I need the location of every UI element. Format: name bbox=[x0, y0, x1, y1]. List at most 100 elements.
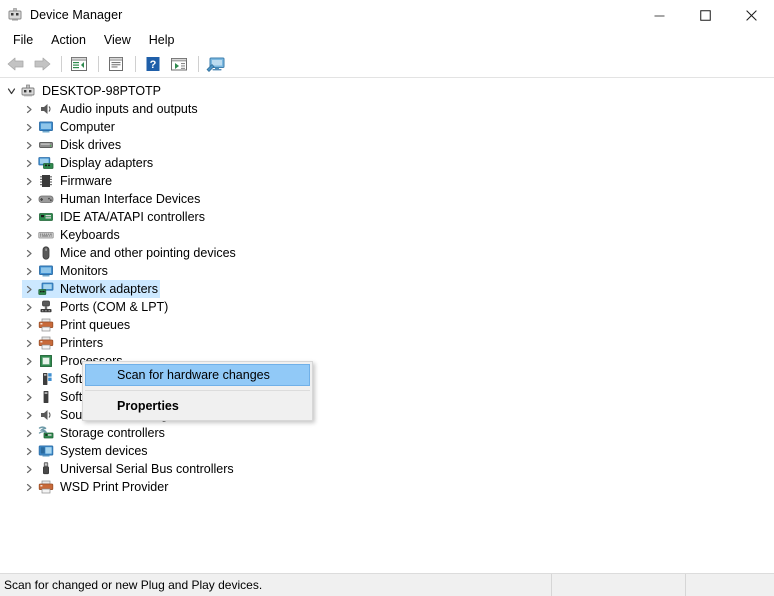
status-cell-3 bbox=[686, 574, 774, 596]
printer-icon bbox=[38, 479, 54, 495]
speaker-icon bbox=[38, 407, 54, 423]
chevron-right-icon[interactable] bbox=[22, 352, 36, 370]
chevron-right-icon[interactable] bbox=[22, 136, 36, 154]
tree-item-label: IDE ATA/ATAPI controllers bbox=[60, 210, 205, 224]
toolbar: ? bbox=[0, 51, 774, 78]
tree-row-disk-drives[interactable]: Disk drives bbox=[0, 136, 774, 154]
tree-row-computer[interactable]: Computer bbox=[0, 118, 774, 136]
tree-row-monitors[interactable]: Monitors bbox=[0, 262, 774, 280]
update-driver-icon[interactable] bbox=[167, 53, 191, 75]
tree-item-label: Storage controllers bbox=[60, 426, 165, 440]
properties-icon[interactable] bbox=[104, 53, 128, 75]
tree-row-human-interface-devices[interactable]: Human Interface Devices bbox=[0, 190, 774, 208]
tree-row-keyboards[interactable]: Keyboards bbox=[0, 226, 774, 244]
chevron-right-icon[interactable] bbox=[22, 316, 36, 334]
tree-row-display-adapters[interactable]: Display adapters bbox=[0, 154, 774, 172]
tree-row-universal-serial-bus-controllers[interactable]: Universal Serial Bus controllers bbox=[0, 460, 774, 478]
tree-row-ide-ata-atapi-controllers[interactable]: IDE ATA/ATAPI controllers bbox=[0, 208, 774, 226]
chevron-right-icon[interactable] bbox=[22, 154, 36, 172]
speaker-icon bbox=[38, 101, 54, 117]
tree-item-label: Human Interface Devices bbox=[60, 192, 201, 206]
tree-row-firmware[interactable]: Firmware bbox=[0, 172, 774, 190]
tree-row-network-adapters[interactable]: Network adapters bbox=[0, 280, 774, 298]
scan-hardware-icon[interactable] bbox=[204, 53, 228, 75]
printer-icon bbox=[38, 335, 54, 351]
title-bar: Device Manager bbox=[0, 0, 774, 30]
status-bar: Scan for changed or new Plug and Play de… bbox=[0, 573, 774, 596]
close-button[interactable] bbox=[728, 0, 774, 30]
tree-row-mice-and-other-pointing-devices[interactable]: Mice and other pointing devices bbox=[0, 244, 774, 262]
tree-item-label: WSD Print Provider bbox=[60, 480, 169, 494]
tree-item-label: Keyboards bbox=[60, 228, 120, 242]
tree-row-storage-controllers[interactable]: Storage controllers bbox=[0, 424, 774, 442]
tree-row-audio-inputs-and-outputs[interactable]: Audio inputs and outputs bbox=[0, 100, 774, 118]
tree-item-label: Audio inputs and outputs bbox=[60, 102, 198, 116]
help-question-icon[interactable]: ? bbox=[141, 53, 165, 75]
tree-row-root[interactable]: DESKTOP-98PTOTP bbox=[0, 82, 774, 100]
svg-text:?: ? bbox=[150, 59, 157, 71]
tree-root-label: DESKTOP-98PTOTP bbox=[42, 84, 162, 98]
toolbar-separator bbox=[198, 56, 199, 72]
chevron-right-icon[interactable] bbox=[22, 406, 36, 424]
chevron-right-icon[interactable] bbox=[22, 442, 36, 460]
software-device-icon bbox=[38, 389, 54, 405]
tree-row-print-queues[interactable]: Print queues bbox=[0, 316, 774, 334]
chevron-right-icon[interactable] bbox=[22, 262, 36, 280]
chevron-right-icon[interactable] bbox=[22, 460, 36, 478]
context-menu-separator bbox=[85, 390, 310, 391]
tree-item-label: Disk drives bbox=[60, 138, 122, 152]
chevron-right-icon[interactable] bbox=[22, 370, 36, 388]
chevron-right-icon[interactable] bbox=[22, 208, 36, 226]
tree-row-printers[interactable]: Printers bbox=[0, 334, 774, 352]
network-adapter-icon bbox=[38, 281, 54, 297]
chevron-right-icon[interactable] bbox=[22, 424, 36, 442]
monitor-icon bbox=[38, 263, 54, 279]
window-title: Device Manager bbox=[30, 8, 123, 22]
tree-row-system-devices[interactable]: System devices bbox=[0, 442, 774, 460]
tree-item-label: Computer bbox=[60, 120, 115, 134]
minimize-button[interactable] bbox=[636, 0, 682, 30]
chevron-right-icon[interactable] bbox=[22, 226, 36, 244]
chevron-right-icon[interactable] bbox=[22, 118, 36, 136]
chevron-down-icon[interactable] bbox=[4, 82, 18, 100]
forward-button[interactable] bbox=[30, 53, 54, 75]
chevron-right-icon[interactable] bbox=[22, 280, 36, 298]
chevron-right-icon[interactable] bbox=[22, 190, 36, 208]
context-menu-item-properties[interactable]: Properties bbox=[83, 395, 312, 417]
monitor-icon bbox=[38, 119, 54, 135]
status-cell-2 bbox=[552, 574, 686, 596]
printer-icon bbox=[38, 317, 54, 333]
tree-item-label: Printers bbox=[60, 336, 104, 350]
chevron-right-icon[interactable] bbox=[22, 298, 36, 316]
toolbar-separator bbox=[135, 56, 136, 72]
tree-row-wsd-print-provider[interactable]: WSD Print Provider bbox=[0, 478, 774, 496]
toolbar-separator bbox=[98, 56, 99, 72]
console-tree-icon[interactable] bbox=[67, 53, 91, 75]
context-menu-item-scan-for-hardware-changes[interactable]: Scan for hardware changes bbox=[85, 364, 310, 386]
back-button[interactable] bbox=[4, 53, 28, 75]
menu-file[interactable]: File bbox=[4, 31, 42, 50]
chevron-right-icon[interactable] bbox=[22, 244, 36, 262]
device-manager-window: Device Manager File Action View Help ? D… bbox=[0, 0, 774, 596]
menu-help[interactable]: Help bbox=[140, 31, 184, 50]
toolbar-separator bbox=[61, 56, 62, 72]
maximize-button[interactable] bbox=[682, 0, 728, 30]
menu-action[interactable]: Action bbox=[42, 31, 95, 50]
chevron-right-icon[interactable] bbox=[22, 334, 36, 352]
keyboard-icon bbox=[38, 227, 54, 243]
tree-item-label: Mice and other pointing devices bbox=[60, 246, 236, 260]
disk-drive-icon bbox=[38, 137, 54, 153]
context-menu[interactable]: Scan for hardware changes Properties bbox=[82, 361, 313, 421]
tree-item-label: Universal Serial Bus controllers bbox=[60, 462, 234, 476]
tree-row-ports[interactable]: Ports (COM & LPT) bbox=[0, 298, 774, 316]
chevron-right-icon[interactable] bbox=[22, 478, 36, 496]
computer-root-icon bbox=[20, 83, 36, 99]
chevron-right-icon[interactable] bbox=[22, 388, 36, 406]
chevron-right-icon[interactable] bbox=[22, 100, 36, 118]
device-tree[interactable]: DESKTOP-98PTOTP Audio inputs and outputs… bbox=[0, 78, 774, 573]
menu-view[interactable]: View bbox=[95, 31, 140, 50]
tree-item-label: Network adapters bbox=[60, 282, 158, 296]
chevron-right-icon[interactable] bbox=[22, 172, 36, 190]
usb-controller-icon bbox=[38, 461, 54, 477]
window-controls bbox=[636, 0, 774, 30]
